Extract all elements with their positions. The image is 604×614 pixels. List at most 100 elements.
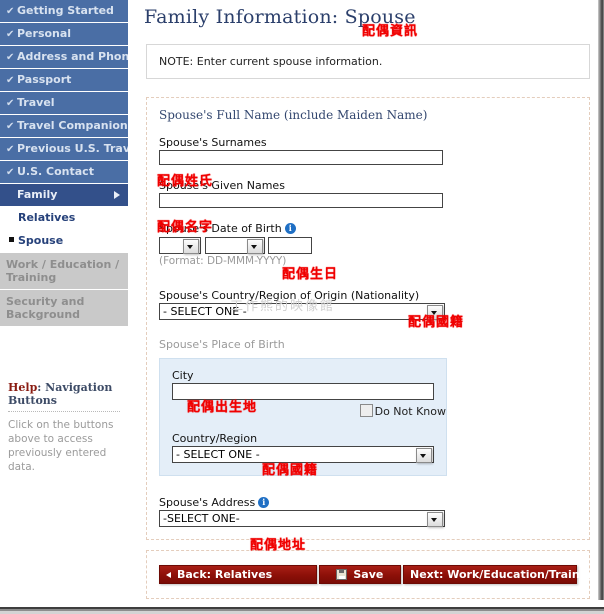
pob-country-label: Country/Region (172, 432, 258, 445)
sidebar-item-family[interactable]: Family (0, 184, 128, 206)
floppy-disk-icon (336, 569, 348, 580)
help-panel-title: Help: Navigation Buttons (0, 375, 128, 411)
do-not-know-label: Do Not Know (374, 405, 446, 418)
date-of-birth-controls (159, 237, 577, 254)
sidebar-item-label: U.S. Contact (17, 165, 94, 178)
sidebar-subitem-label: Spouse (18, 234, 64, 247)
note-box: NOTE: Enter current spouse information. (146, 44, 590, 79)
check-icon: ✔ (6, 167, 15, 178)
sidebar-item-label: Family (17, 188, 58, 201)
city-label: City (172, 369, 194, 382)
next-button-label: Next: Work/Education/Training (410, 568, 600, 581)
window-bottom-border (0, 606, 604, 614)
place-of-birth-panel: City Do Not Know Country/Region - SELECT… (159, 358, 447, 476)
note-text: NOTE: Enter current spouse information. (159, 55, 383, 68)
sidebar-disabled-nav: Work / Education / Training Security and … (0, 253, 128, 326)
info-icon[interactable]: i (284, 223, 296, 234)
sidebar-main-nav: ✔ Getting Started ✔ Personal ✔ Address and Ph… (0, 0, 128, 206)
sidebar-item-label: Getting Started (17, 4, 114, 17)
nationality-select[interactable]: - SELECT ONE - (159, 303, 445, 320)
dob-year-input[interactable] (268, 237, 312, 254)
check-icon: ✔ (6, 52, 15, 63)
sidebar-item-security-and-background: Security and Background (0, 290, 128, 326)
sidebar-item-label: Personal (17, 27, 72, 40)
surnames-label: Spouse's Surnames (159, 136, 267, 149)
given-names-label: Spouse's Given Names (159, 179, 285, 192)
surnames-input[interactable] (159, 150, 443, 165)
button-row: Back: Relatives Save Next: Work/Educatio… (159, 565, 599, 584)
date-format-hint: (Format: DD-MMM-YYYY) (159, 255, 287, 267)
check-icon: ✔ (6, 144, 15, 155)
nationality-value: - SELECT ONE - (163, 305, 247, 318)
pob-country-value: - SELECT ONE - (176, 448, 260, 461)
sidebar-item-label: Previous U.S. Travel (17, 142, 128, 155)
check-icon: ✔ (6, 98, 15, 109)
date-of-birth-field: Spouse's Date of Birth i (Format: DD-MMM-… (159, 222, 577, 267)
bullet-icon (9, 237, 14, 242)
sidebar-item-travel-companions[interactable]: ✔ Travel Companions (0, 115, 128, 137)
application-window: ✔ Getting Started ✔ Personal ✔ Address and Ph… (0, 0, 604, 614)
chevron-down-icon[interactable] (427, 305, 443, 320)
chevron-down-icon[interactable] (416, 448, 432, 463)
city-input[interactable] (172, 383, 434, 400)
date-of-birth-label: Spouse's Date of Birth i (159, 222, 577, 236)
dob-day-select[interactable] (159, 237, 201, 254)
help-label: Help (8, 381, 38, 394)
help-panel-body: Click on the buttons above to access pre… (8, 419, 114, 473)
navigation-button-bar: Back: Relatives Save Next: Work/Educatio… (146, 550, 599, 599)
date-of-birth-label-text: Spouse's Date of Birth (159, 222, 282, 235)
nationality-label: Spouse's Country/Region of Origin (Natio… (159, 289, 420, 302)
help-panel: Help: Navigation Buttons Click on the bu… (0, 375, 128, 474)
address-label-text: Spouse's Address (159, 496, 256, 509)
sidebar-item-getting-started[interactable]: ✔ Getting Started (0, 0, 128, 22)
page-title: Family Information: Spouse (144, 6, 416, 28)
main-content: Family Information: Spouse NOTE: Enter c… (136, 0, 599, 600)
spouse-form-block: Spouse's Full Name (include Maiden Name)… (146, 97, 590, 540)
full-name-group-label: Spouse's Full Name (include Maiden Name) (159, 108, 428, 122)
address-label: Spouse's Address i (159, 496, 577, 510)
check-icon: ✔ (6, 121, 15, 132)
surnames-field: Spouse's Surnames (159, 136, 577, 165)
place-of-birth-field: Spouse's Place of Birth City Do Not Know… (159, 338, 577, 476)
sidebar-item-label: Travel (17, 96, 55, 109)
address-value: -SELECT ONE- (163, 512, 240, 525)
given-names-input[interactable] (159, 193, 443, 208)
window-right-border (598, 0, 604, 600)
back-button[interactable]: Back: Relatives (159, 565, 317, 584)
sidebar-item-passport[interactable]: ✔ Passport (0, 69, 128, 91)
save-button[interactable]: Save (318, 565, 401, 584)
sidebar-item-work-education-training: Work / Education / Training (0, 253, 128, 289)
sidebar-navigation: ✔ Getting Started ✔ Personal ✔ Address and Ph… (0, 0, 128, 600)
info-icon[interactable]: i (258, 497, 270, 508)
help-divider (8, 411, 120, 412)
chevron-down-icon[interactable] (427, 512, 443, 527)
address-select[interactable]: -SELECT ONE- (159, 510, 445, 527)
do-not-know-row: Do Not Know (172, 404, 446, 418)
nationality-field: Spouse's Country/Region of Origin (Natio… (159, 289, 577, 320)
chevron-down-icon[interactable] (246, 239, 263, 254)
sidebar-item-label: Address and Phone (17, 50, 128, 63)
sidebar-subitem-label: Relatives (18, 211, 76, 224)
arrow-left-icon (166, 571, 171, 578)
pob-country-select[interactable]: - SELECT ONE - (172, 446, 434, 463)
sidebar-item-previous-u-s-travel[interactable]: ✔Previous U.S. Travel (0, 138, 128, 160)
save-button-label: Save (353, 568, 384, 581)
next-button[interactable]: Next: Work/Education/Training (403, 565, 599, 584)
place-of-birth-label: Spouse's Place of Birth (159, 338, 285, 351)
dob-month-select[interactable] (204, 237, 265, 254)
check-icon: ✔ (6, 29, 15, 40)
sidebar-subitem-spouse[interactable]: Spouse (0, 230, 128, 253)
sidebar-item-travel[interactable]: ✔ Travel (0, 92, 128, 114)
chevron-down-icon[interactable] (183, 239, 199, 254)
sidebar-item-address-and-phone[interactable]: ✔ Address and Phone (0, 46, 128, 68)
given-names-field: Spouse's Given Names (159, 179, 577, 208)
sidebar-subitem-relatives[interactable]: Relatives (0, 207, 128, 230)
back-button-label: Back: Relatives (177, 568, 273, 581)
do-not-know-checkbox[interactable] (359, 404, 373, 417)
sidebar-sub-nav: Relatives Spouse (0, 207, 128, 253)
check-icon: ✔ (6, 75, 15, 86)
sidebar-item-personal[interactable]: ✔ Personal (0, 23, 128, 45)
chevron-right-icon (114, 191, 120, 199)
sidebar-item-u-s-contact[interactable]: ✔ U.S. Contact (0, 161, 128, 183)
sidebar-item-label: Passport (17, 73, 72, 86)
